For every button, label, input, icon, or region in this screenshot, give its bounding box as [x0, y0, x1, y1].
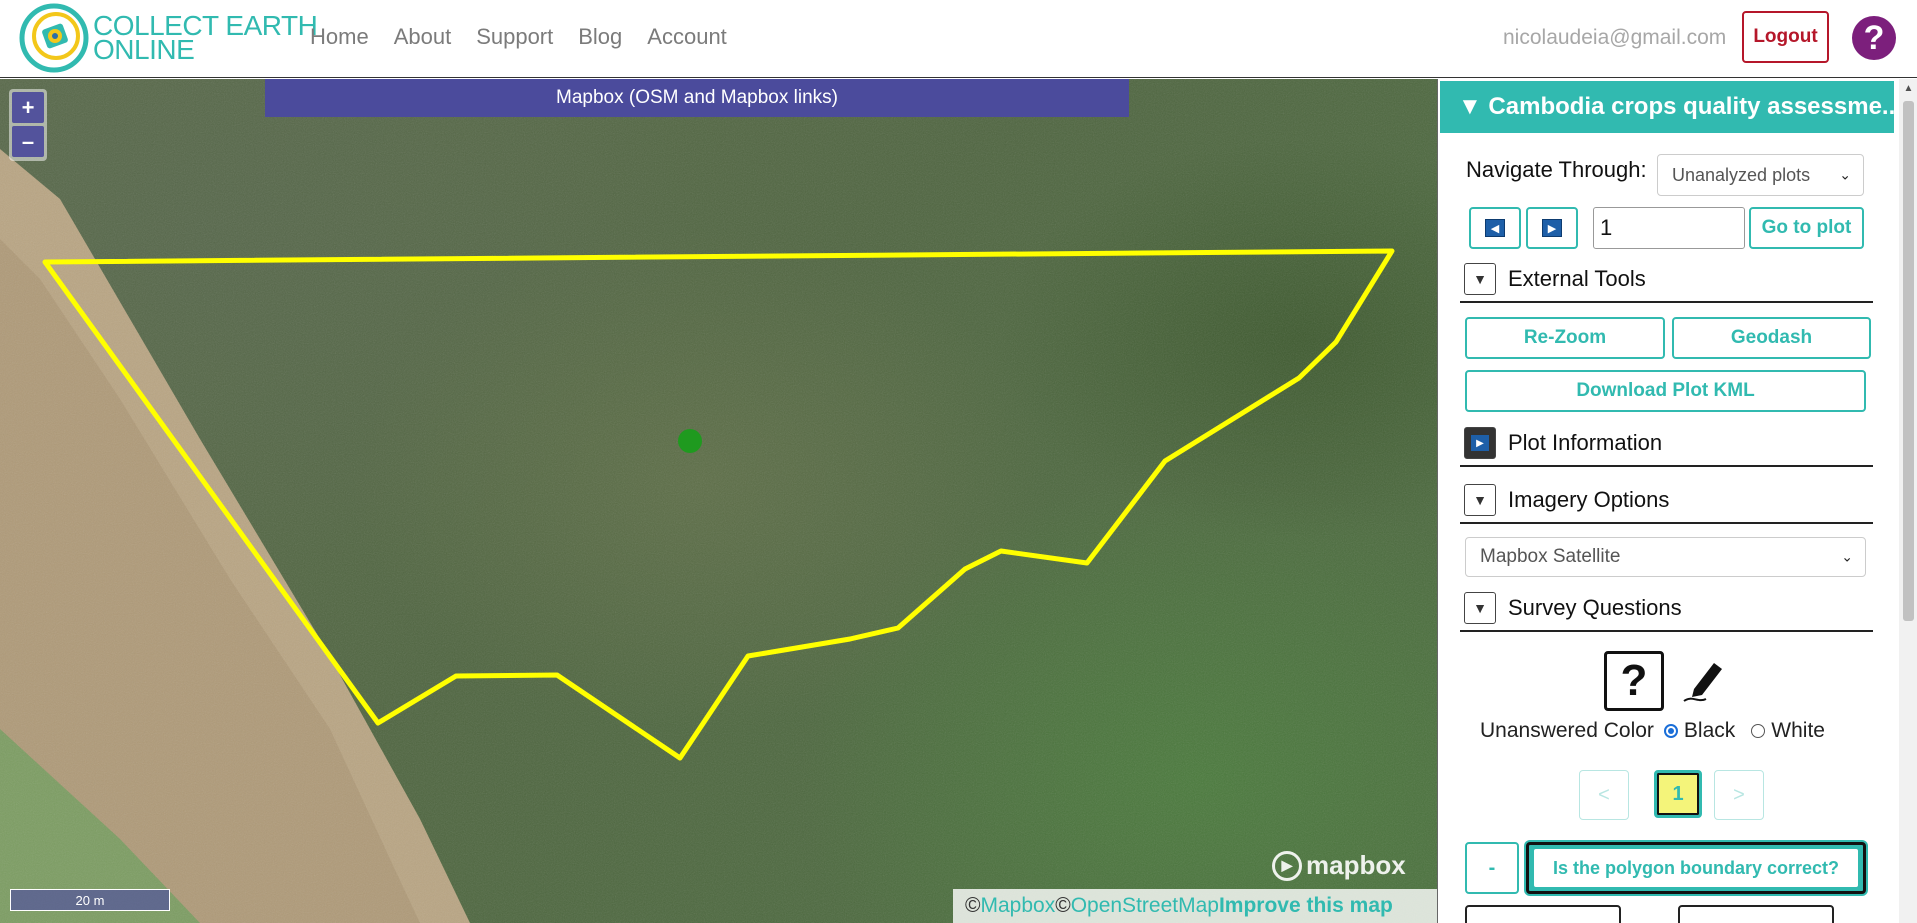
nav-blog-link[interactable]: Blog [578, 24, 622, 50]
imagery-title-banner: Mapbox (OSM and Mapbox links) [265, 79, 1129, 117]
top-navbar: COLLECT EARTH ONLINE Home About Support … [0, 0, 1917, 78]
scroll-up-icon[interactable]: ▲ [1903, 83, 1914, 94]
black-radio[interactable] [1663, 724, 1678, 738]
help-icon[interactable]: ? [1852, 16, 1896, 60]
collapse-question-button[interactable]: - [1465, 842, 1519, 894]
nav-about-link[interactable]: About [394, 24, 452, 50]
white-radio-label: White [1771, 719, 1825, 742]
mapbox-compass-icon: ▶ [1272, 850, 1302, 881]
mapbox-logo-text: mapbox [1306, 850, 1406, 880]
rezoom-button[interactable]: Re-Zoom [1465, 317, 1665, 359]
prev-plot-button[interactable]: ◀ [1469, 207, 1521, 249]
project-title-toggle[interactable]: ▼ Cambodia crops quality assessme... [1440, 81, 1894, 133]
download-plot-kml-button[interactable]: Download Plot KML [1465, 370, 1866, 412]
collapse-toggle-icon: ▼ [1464, 263, 1496, 295]
plot-information-header[interactable]: ▶ Plot Information [1460, 421, 1873, 467]
main-nav: Home About Support Blog Account [310, 24, 752, 50]
scrollbar-thumb[interactable] [1903, 101, 1914, 621]
go-to-plot-button[interactable]: Go to plot [1749, 207, 1864, 249]
nav-home-link[interactable]: Home [310, 24, 369, 50]
pencil-icon[interactable] [1680, 655, 1730, 705]
zoom-control: + – [9, 89, 47, 161]
question-next-button[interactable]: > [1714, 770, 1764, 820]
logo-line-2: ONLINE [93, 34, 195, 65]
answer-option-button[interactable] [1678, 905, 1834, 923]
navigate-through-value: Unanalyzed plots [1672, 164, 1811, 185]
collapse-toggle-icon: ▼ [1464, 592, 1496, 624]
collapse-toggle-icon: ▼ [1464, 484, 1496, 516]
logo-wordmark: COLLECT EARTH ONLINE [93, 12, 318, 65]
nav-support-link[interactable]: Support [476, 24, 553, 50]
nav-account-link[interactable]: Account [647, 24, 727, 50]
imagery-options-title: Imagery Options [1508, 487, 1670, 512]
unanswered-color-option: Unanswered Color Black White [1480, 719, 1825, 743]
chevron-down-icon: ⌄ [1841, 548, 1853, 565]
imagery-select-value: Mapbox Satellite [1480, 546, 1621, 567]
attribution-improve-link[interactable]: Improve this map [1219, 894, 1393, 918]
imagery-options-header[interactable]: ▼ Imagery Options [1460, 478, 1873, 524]
external-tools-header[interactable]: ▼ External Tools [1460, 257, 1873, 303]
question-page-1-button[interactable]: 1 [1654, 770, 1702, 818]
attribution-copyright-1: © [965, 894, 981, 917]
sidebar-scrollbar[interactable]: ▲ [1899, 79, 1917, 923]
logout-button[interactable]: Logout [1742, 11, 1829, 63]
map-view[interactable]: Mapbox (OSM and Mapbox links) + – 20 m ▶… [0, 79, 1437, 923]
attribution-osm-link[interactable]: OpenStreetMap [1071, 894, 1219, 918]
collect-earth-logo[interactable] [18, 2, 90, 74]
map-attribution: © Mapbox © OpenStreetMap Improve this ma… [953, 889, 1437, 923]
survey-questions-title: Survey Questions [1508, 595, 1682, 620]
unanswered-color-label: Unanswered Color [1480, 719, 1654, 742]
question-mark-icon[interactable]: ? [1604, 651, 1664, 711]
next-plot-button[interactable]: ▶ [1526, 207, 1578, 249]
expand-toggle-icon: ▶ [1464, 427, 1496, 459]
answer-option-button[interactable] [1465, 905, 1621, 923]
zoom-in-button[interactable]: + [12, 92, 44, 123]
arrow-right-icon: ▶ [1542, 219, 1562, 237]
scale-bar: 20 m [10, 889, 170, 911]
plot-information-title: Plot Information [1508, 430, 1663, 455]
attribution-mapbox-link[interactable]: Mapbox [980, 894, 1055, 918]
imagery-select[interactable]: Mapbox Satellite ⌄ [1465, 537, 1866, 577]
chevron-down-icon: ⌄ [1839, 166, 1851, 183]
question-prev-button[interactable]: < [1579, 770, 1629, 820]
external-tools-title: External Tools [1508, 266, 1646, 291]
plot-number-input[interactable]: 1 [1593, 207, 1745, 249]
black-radio-label: Black [1683, 719, 1736, 742]
geodash-button[interactable]: Geodash [1672, 317, 1871, 359]
question-button[interactable]: Is the polygon boundary correct? [1526, 842, 1866, 894]
sample-point[interactable] [678, 429, 702, 453]
map-imagery-terrain [0, 79, 1437, 923]
question-text: Is the polygon boundary correct? [1534, 849, 1858, 887]
arrow-left-icon: ◀ [1485, 219, 1505, 237]
white-radio[interactable] [1751, 724, 1766, 738]
user-email: nicolaudeia@gmail.com [1503, 26, 1727, 49]
zoom-out-button[interactable]: – [12, 126, 44, 157]
survey-questions-header[interactable]: ▼ Survey Questions [1460, 586, 1873, 632]
mapbox-logo[interactable]: ▶ mapbox [1272, 850, 1406, 881]
navigate-through-select[interactable]: Unanalyzed plots ⌄ [1657, 154, 1864, 196]
attribution-copyright-2: © [1055, 894, 1071, 917]
navigate-through-label: Navigate Through: [1466, 157, 1647, 182]
collection-sidebar: ▼ Cambodia crops quality assessme... Nav… [1437, 79, 1917, 923]
